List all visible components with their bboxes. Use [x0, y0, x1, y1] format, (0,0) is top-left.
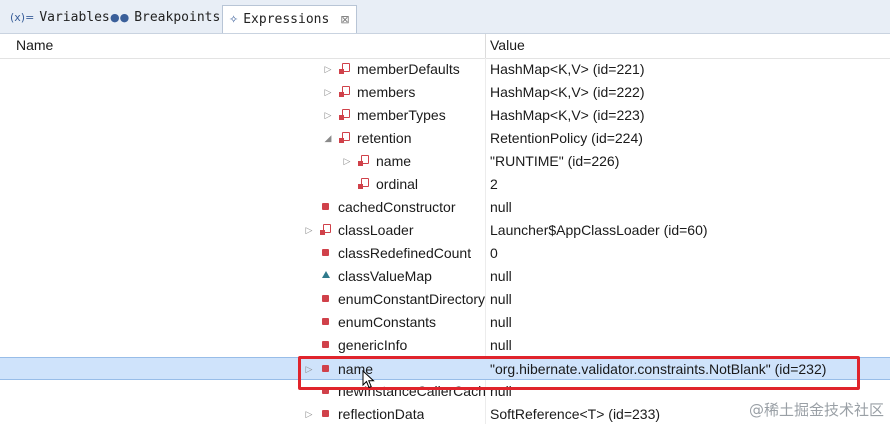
table-row[interactable]: classValueMap null — [0, 265, 890, 288]
final-field-icon — [339, 85, 353, 99]
column-header-name[interactable]: Name — [16, 37, 53, 53]
table-row[interactable]: cachedConstructor null — [0, 196, 890, 219]
table-row[interactable]: genericInfo null — [0, 334, 890, 357]
expand-arrow-icon[interactable]: ▷ — [323, 107, 333, 123]
collapse-arrow-icon[interactable]: ◢ — [323, 130, 333, 146]
private-field-icon — [320, 246, 334, 260]
table-row[interactable]: ◢ retention RetentionPolicy (id=224) — [0, 127, 890, 150]
variable-name: memberTypes — [357, 107, 446, 123]
private-field-icon — [320, 338, 334, 352]
variable-name: ordinal — [376, 176, 419, 192]
table-row[interactable]: ▷ members HashMap<K,V> (id=222) — [0, 81, 890, 104]
final-field-icon — [339, 131, 353, 145]
variable-value: HashMap<K,V> (id=223) — [490, 107, 645, 123]
variable-value: 0 — [490, 245, 498, 261]
variable-name: members — [357, 84, 416, 100]
variable-name: retention — [357, 130, 412, 146]
watermark: @稀土掘金技术社区 — [748, 401, 884, 419]
table-row[interactable]: ▷ classLoader Launcher$AppClassLoader (id=… — [0, 219, 890, 242]
table-header: Name Value — [0, 34, 890, 59]
variable-value: HashMap<K,V> (id=222) — [490, 84, 645, 100]
expand-arrow-icon[interactable]: ▷ — [342, 153, 352, 169]
table-row[interactable]: enumConstants null — [0, 311, 890, 334]
expand-arrow-icon[interactable]: ▷ — [323, 84, 333, 100]
private-field-icon — [320, 315, 334, 329]
mouse-cursor-icon — [362, 370, 375, 389]
final-field-icon — [320, 223, 334, 237]
final-field-icon — [339, 62, 353, 76]
private-field-icon — [320, 407, 334, 421]
table-row[interactable]: classRedefinedCount 0 — [0, 242, 890, 265]
tab-label: Breakpoints — [134, 9, 221, 25]
column-header-value[interactable]: Value — [490, 37, 525, 53]
final-field-icon — [358, 154, 372, 168]
variable-name: classRedefinedCount — [338, 245, 472, 261]
variable-name: cachedConstructor — [338, 199, 456, 215]
final-field-icon — [358, 177, 372, 191]
variable-value: HashMap<K,V> (id=221) — [490, 61, 645, 77]
highlight-annotation — [298, 356, 860, 390]
variable-value: Launcher$AppClassLoader (id=60) — [490, 222, 708, 238]
tab-variables[interactable]: (x)= Variables — [4, 5, 116, 29]
view-tab-bar: (x)= Variables ●● Breakpoints ✧ Expressi… — [0, 0, 890, 34]
variable-name: enumConstantDirectory — [338, 291, 485, 307]
variables-icon: (x)= — [10, 10, 35, 24]
variable-value: null — [490, 291, 512, 307]
final-field-icon — [339, 108, 353, 122]
variable-value: 2 — [490, 176, 498, 192]
variable-name: enumConstants — [338, 314, 437, 330]
private-field-icon — [320, 200, 334, 214]
variable-name: genericInfo — [338, 337, 408, 353]
variable-value: "RUNTIME" (id=226) — [490, 153, 620, 169]
breakpoints-icon: ●● — [110, 10, 130, 24]
variable-value: RetentionPolicy (id=224) — [490, 130, 643, 146]
close-icon[interactable]: ⊠ — [340, 13, 349, 26]
expand-arrow-icon[interactable]: ▷ — [304, 222, 314, 238]
private-field-icon — [320, 292, 334, 306]
variable-value: SoftReference<T> (id=233) — [490, 406, 661, 422]
variable-name: classValueMap — [338, 268, 432, 284]
variable-value: null — [490, 337, 512, 353]
table-row[interactable]: ▷ memberTypes HashMap<K,V> (id=223) — [0, 104, 890, 127]
variable-name: reflectionData — [338, 406, 425, 422]
expressions-icon: ✧ — [229, 13, 239, 26]
expand-arrow-icon[interactable]: ▷ — [304, 406, 314, 422]
tab-label: Variables — [39, 9, 110, 25]
variable-name: memberDefaults — [357, 61, 460, 77]
tab-breakpoints[interactable]: ●● Breakpoints — [104, 5, 226, 29]
variable-value: null — [490, 268, 512, 284]
variable-name: name — [376, 153, 412, 169]
table-row[interactable]: ▷ name "RUNTIME" (id=226) — [0, 150, 890, 173]
tab-label: Expressions — [243, 12, 330, 27]
variable-value: null — [490, 199, 512, 215]
column-divider[interactable] — [485, 34, 486, 58]
default-field-icon — [320, 269, 334, 283]
tab-expressions[interactable]: ✧ Expressions ⊠ — [222, 5, 357, 33]
table-row[interactable]: ordinal 2 — [0, 173, 890, 196]
expand-arrow-icon[interactable]: ▷ — [323, 61, 333, 77]
variable-name: classLoader — [338, 222, 414, 238]
table-row[interactable]: enumConstantDirectory null — [0, 288, 890, 311]
table-row[interactable]: ▷ memberDefaults HashMap<K,V> (id=221) — [0, 58, 890, 81]
variable-value: null — [490, 314, 512, 330]
